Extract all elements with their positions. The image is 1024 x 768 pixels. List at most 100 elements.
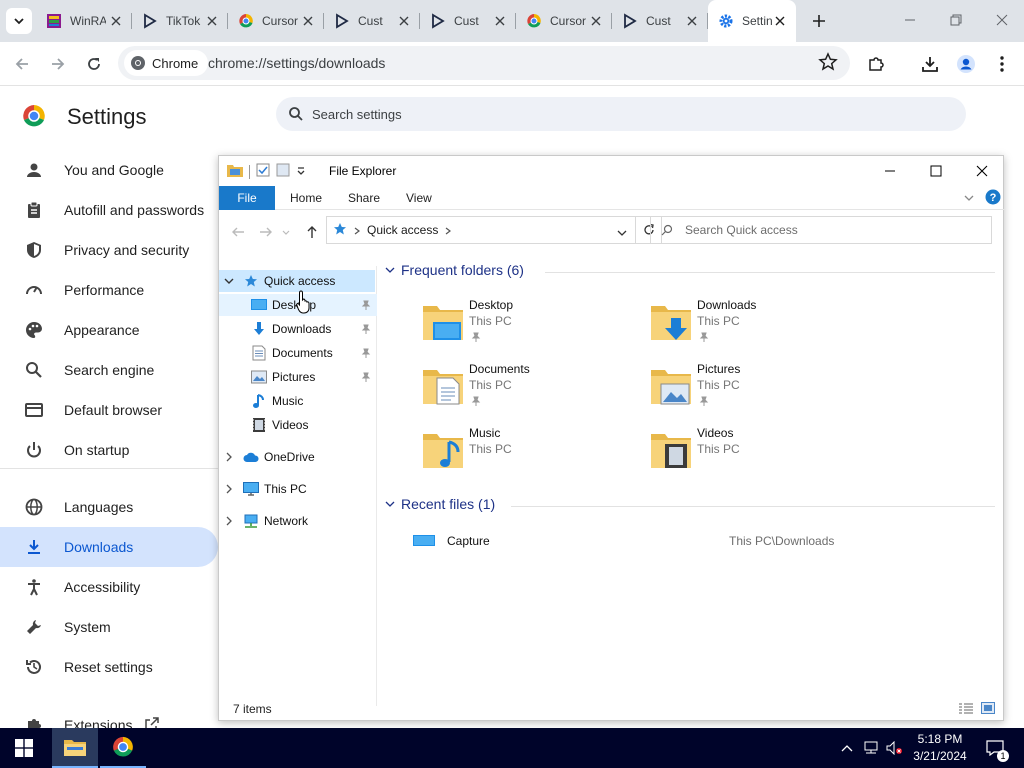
search-settings-input[interactable]: Search settings: [276, 97, 966, 131]
folder-tile-music[interactable]: Music This PC: [421, 426, 641, 482]
sidebar-item-system[interactable]: System: [0, 607, 218, 647]
nav-network[interactable]: Network: [219, 510, 377, 532]
menu-button[interactable]: [988, 50, 1016, 78]
url-text[interactable]: chrome://settings/downloads: [208, 55, 385, 71]
taskbar-chrome[interactable]: [100, 728, 146, 768]
profile-button[interactable]: [952, 50, 980, 78]
extensions-button[interactable]: [862, 50, 890, 78]
ribbon-tab-file[interactable]: File: [219, 186, 275, 210]
explorer-search-input[interactable]: Search Quick access: [650, 216, 992, 244]
network-tray-icon[interactable]: [860, 728, 882, 768]
explorer-minimize-button[interactable]: [867, 156, 913, 186]
frequent-folders-header[interactable]: Frequent folders (6): [385, 262, 524, 278]
tab-cursor[interactable]: Cursor: [228, 0, 324, 42]
folder-tile-videos[interactable]: Videos This PC: [649, 426, 869, 482]
large-icons-view-icon[interactable]: [981, 702, 995, 717]
customize-qat-icon[interactable]: [296, 164, 306, 179]
close-icon[interactable]: [492, 13, 508, 29]
recent-files-header[interactable]: Recent files (1): [385, 496, 495, 512]
sidebar-item-search-engine[interactable]: Search engine: [0, 350, 218, 390]
sidebar-item-languages[interactable]: Languages: [0, 487, 218, 527]
tab-tiktok[interactable]: TikTok: [132, 0, 228, 42]
close-icon[interactable]: [108, 13, 124, 29]
taskbar-file-explorer[interactable]: [52, 728, 98, 768]
close-icon[interactable]: [396, 13, 412, 29]
nav-quick-access[interactable]: Quick access: [219, 270, 375, 292]
sidebar-item-on-startup[interactable]: On startup: [0, 430, 218, 470]
site-chip[interactable]: Chrome: [124, 50, 209, 76]
forward-button[interactable]: [44, 50, 72, 78]
folder-tile-desktop[interactable]: Desktop This PC: [421, 298, 641, 354]
address-dropdown-icon[interactable]: [617, 226, 627, 241]
sidebar-item-appearance[interactable]: Appearance: [0, 310, 218, 350]
nav-this-pc[interactable]: This PC: [219, 478, 377, 500]
minimize-button[interactable]: [896, 8, 924, 32]
show-hidden-icons-button[interactable]: [838, 728, 856, 768]
nav-videos[interactable]: Videos: [219, 414, 377, 436]
restore-button[interactable]: [942, 8, 970, 32]
new-tab-button[interactable]: [808, 10, 830, 32]
chevron-down-icon[interactable]: [219, 276, 239, 286]
explorer-address-bar[interactable]: Quick access: [326, 216, 636, 244]
start-button[interactable]: [0, 728, 48, 768]
recent-file-row[interactable]: Capture This PC\Downloads: [413, 532, 973, 552]
address-bar[interactable]: Chrome chrome://settings/downloads: [118, 46, 850, 80]
close-icon[interactable]: [772, 13, 788, 29]
volume-muted-icon[interactable]: [884, 728, 906, 768]
explorer-forward-button[interactable]: [257, 224, 275, 240]
nav-downloads[interactable]: Downloads: [219, 318, 377, 340]
back-button[interactable]: [8, 50, 36, 78]
help-icon[interactable]: ?: [985, 189, 1001, 208]
tab-cust-3[interactable]: Cust: [612, 0, 708, 42]
details-view-icon[interactable]: [959, 703, 973, 718]
sidebar-item-you-and-google[interactable]: You and Google: [0, 150, 218, 190]
nav-documents[interactable]: Documents: [219, 342, 377, 364]
folder-tile-downloads[interactable]: Downloads This PC: [649, 298, 869, 354]
sidebar-item-default-browser[interactable]: Default browser: [0, 390, 218, 430]
tab-cursor-2[interactable]: Cursor: [516, 0, 612, 42]
breadcrumb[interactable]: Quick access: [367, 223, 438, 237]
close-icon[interactable]: [588, 13, 604, 29]
sidebar-item-privacy[interactable]: Privacy and security: [0, 230, 218, 270]
nav-onedrive[interactable]: OneDrive: [219, 446, 377, 468]
nav-music[interactable]: Music: [219, 390, 377, 412]
chevron-right-icon[interactable]: [219, 516, 239, 526]
sidebar-item-autofill[interactable]: Autofill and passwords: [0, 190, 218, 230]
close-window-button[interactable]: [988, 8, 1016, 32]
expand-ribbon-icon[interactable]: [963, 192, 975, 207]
sidebar-item-downloads[interactable]: Downloads: [0, 527, 218, 567]
sidebar-item-performance[interactable]: Performance: [0, 270, 218, 310]
downloads-button[interactable]: [916, 50, 944, 78]
close-icon[interactable]: [684, 13, 700, 29]
nav-pictures[interactable]: Pictures: [219, 366, 377, 388]
ribbon-tab-share[interactable]: Share: [334, 186, 394, 210]
new-folder-icon[interactable]: [276, 163, 290, 180]
folder-tile-documents[interactable]: Documents This PC: [421, 362, 641, 418]
chevron-right-icon[interactable]: [219, 484, 239, 494]
up-button[interactable]: [303, 224, 321, 240]
recent-locations-button[interactable]: [281, 224, 291, 240]
speedometer-icon: [24, 280, 44, 300]
properties-icon[interactable]: [256, 163, 270, 180]
explorer-back-button[interactable]: [229, 224, 247, 240]
system-clock[interactable]: 5:18 PM 3/21/2024: [908, 731, 972, 765]
sidebar-item-accessibility[interactable]: Accessibility: [0, 567, 218, 607]
tab-cust-1[interactable]: Cust: [324, 0, 420, 42]
tab-winrar[interactable]: WinRAR: [36, 0, 132, 42]
chevron-right-icon[interactable]: [219, 452, 239, 462]
tab-search-button[interactable]: [6, 8, 32, 34]
ribbon-tab-view[interactable]: View: [392, 186, 446, 210]
reload-button[interactable]: [80, 50, 108, 78]
folder-tile-pictures[interactable]: Pictures This PC: [649, 362, 869, 418]
explorer-close-button[interactable]: [959, 156, 1005, 186]
explorer-maximize-button[interactable]: [913, 156, 959, 186]
explorer-title-bar[interactable]: File Explorer: [219, 156, 1005, 186]
close-icon[interactable]: [204, 13, 220, 29]
notification-center-button[interactable]: 1: [980, 728, 1010, 768]
sidebar-item-reset[interactable]: Reset settings: [0, 647, 218, 687]
tab-cust-2[interactable]: Cust: [420, 0, 516, 42]
ribbon-tab-home[interactable]: Home: [276, 186, 336, 210]
close-icon[interactable]: [300, 13, 316, 29]
tab-settings[interactable]: Settings: [708, 0, 796, 42]
bookmark-star-icon[interactable]: [818, 52, 838, 75]
